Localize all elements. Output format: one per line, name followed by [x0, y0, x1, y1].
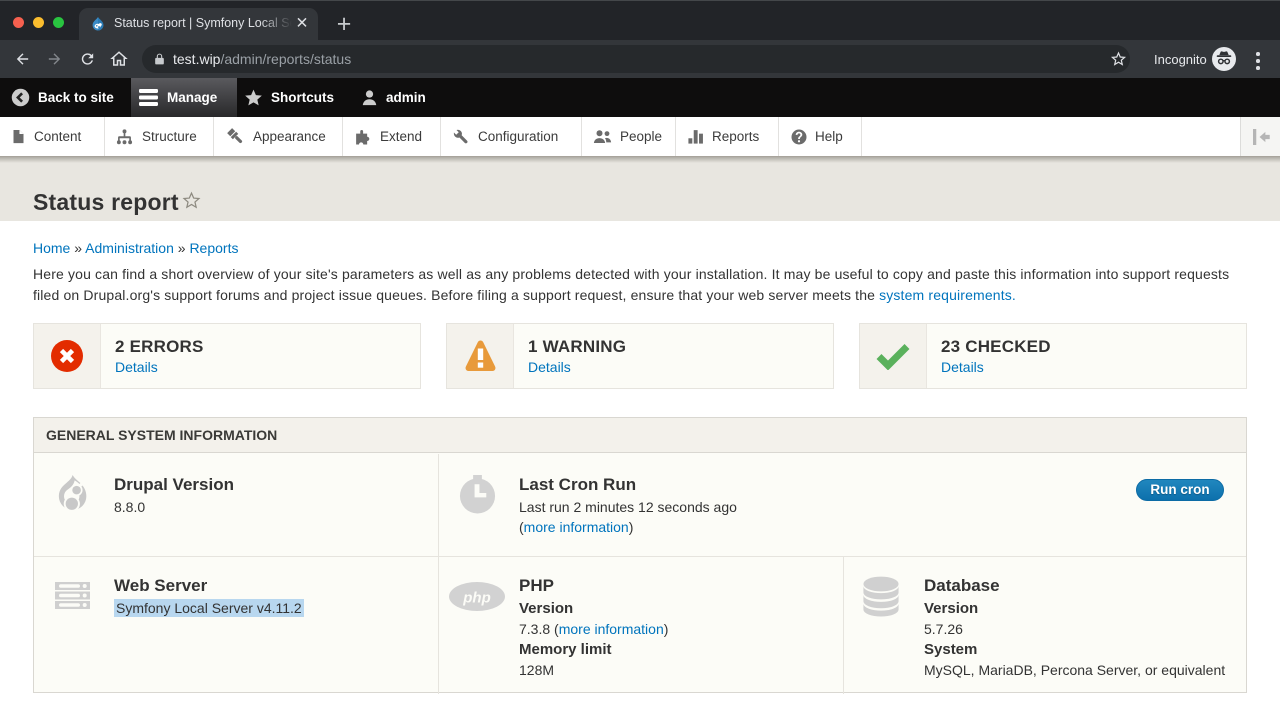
svg-text:php: php	[462, 590, 491, 607]
